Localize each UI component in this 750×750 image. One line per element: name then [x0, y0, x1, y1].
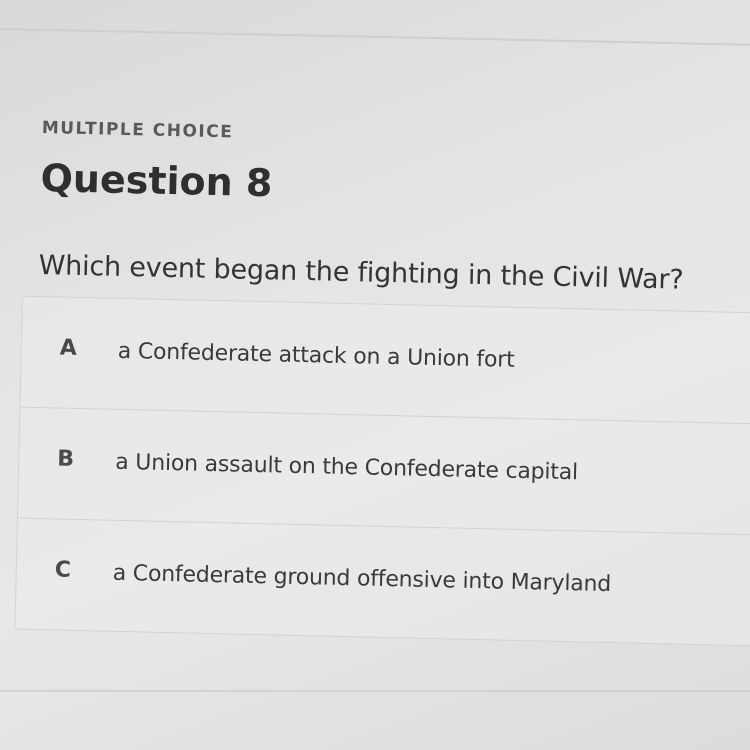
- question-type-label: MULTIPLE CHOICE: [41, 118, 234, 143]
- question-panel: MULTIPLE CHOICE Question 8 Which event b…: [0, 0, 750, 750]
- question-title: Question 8: [40, 156, 273, 206]
- choice-letter: B: [57, 446, 75, 472]
- answer-choices-list: A a Confederate attack on a Union fort B…: [14, 295, 750, 647]
- choice-letter: C: [54, 557, 72, 583]
- choice-letter: A: [59, 335, 78, 361]
- answer-choice-b[interactable]: B a Union assault on the Confederate cap…: [17, 407, 750, 536]
- choice-text: a Confederate attack on a Union fort: [117, 338, 515, 373]
- answer-choice-a[interactable]: A a Confederate attack on a Union fort: [20, 296, 750, 425]
- bottom-divider: [0, 690, 750, 692]
- choice-text: a Confederate ground offensive into Mary…: [112, 560, 612, 598]
- question-prompt: Which event began the fighting in the Ci…: [38, 250, 684, 296]
- answer-choice-c[interactable]: C a Confederate ground offensive into Ma…: [15, 519, 750, 646]
- choice-text: a Union assault on the Confederate capit…: [114, 449, 579, 486]
